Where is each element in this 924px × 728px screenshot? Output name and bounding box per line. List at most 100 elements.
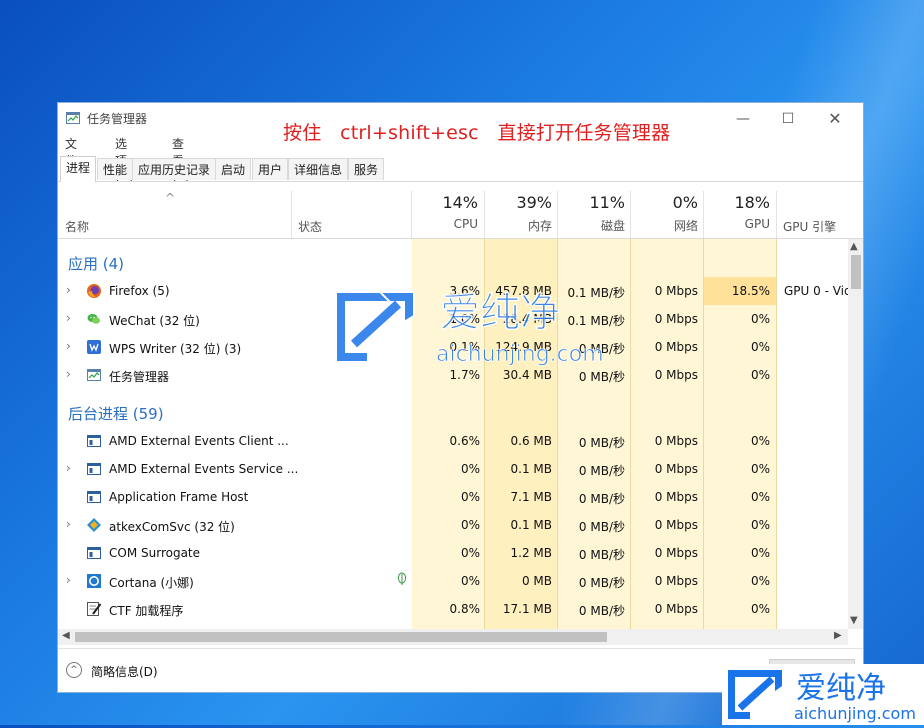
service-window-icon <box>87 547 101 559</box>
network-value: 0 Mbps <box>654 340 698 354</box>
minimize-button[interactable]: — <box>723 107 763 131</box>
tab-strip: 进程 性能 应用历史记录 启动 用户 详细信息 服务 <box>58 155 863 182</box>
gpu-value: 0% <box>750 368 770 382</box>
memory-value: 0 MB <box>521 574 552 588</box>
gpu-label: GPU <box>744 217 770 231</box>
column-header: ^ 名称 状态 14% CPU 39% 内存 11% 磁盘 0% 网络 18% … <box>58 181 863 239</box>
cpu-value: 0% <box>460 546 480 560</box>
column-status[interactable]: 状态 <box>298 218 322 235</box>
expand-chevron-icon[interactable]: › <box>66 283 71 297</box>
scroll-right-arrow-icon[interactable]: ▶ <box>834 630 842 641</box>
cpu-value: 0% <box>460 574 480 588</box>
column-cpu[interactable]: 14% CPU <box>412 193 478 231</box>
disk-value: 0 MB/秒 <box>578 436 625 450</box>
network-total-percent: 0% <box>672 193 698 212</box>
vertical-scroll-thumb[interactable] <box>851 255 861 289</box>
cortana-icon <box>87 574 101 588</box>
gpu-value: 0% <box>750 462 770 476</box>
service-window-icon <box>87 435 101 447</box>
column-divider[interactable] <box>776 191 777 238</box>
close-button[interactable]: ✕ <box>815 107 855 131</box>
cpu-total-percent: 14% <box>442 193 478 212</box>
table-row[interactable]: COM Surrogate 0% 1.2 MB 0 MB/秒 0 Mbps 0% <box>58 539 848 567</box>
group-header-background[interactable]: 后台进程 (59) <box>58 397 848 425</box>
column-network[interactable]: 0% 网络 <box>631 193 698 234</box>
process-name: Firefox (5) <box>109 284 170 298</box>
cpu-value: 0% <box>460 490 480 504</box>
maximize-button[interactable]: ☐ <box>768 107 808 131</box>
tab-app-history[interactable]: 应用历史记录 <box>132 158 217 180</box>
cpu-value: 0.8% <box>449 602 481 616</box>
process-name: WeChat (32 位) <box>109 314 200 328</box>
tab-services[interactable]: 服务 <box>348 158 385 180</box>
column-divider[interactable] <box>291 191 292 238</box>
scroll-up-arrow-icon[interactable]: ▲ <box>850 241 858 252</box>
disk-value: 0 MB/秒 <box>578 464 625 478</box>
process-name: atkexComSvc (32 位) <box>109 520 235 534</box>
cpu-label: CPU <box>453 217 478 231</box>
group-header-apps[interactable]: 应用 (4) <box>58 247 848 275</box>
table-row[interactable]: CTF 加载程序 0.8% 17.1 MB 0 MB/秒 0 Mbps 0% <box>58 595 848 623</box>
disk-value: 0 MB/秒 <box>578 370 625 384</box>
tab-startup[interactable]: 启动 <box>215 158 252 180</box>
gpu-value: 0% <box>750 434 770 448</box>
tab-processes[interactable]: 进程 <box>60 156 97 182</box>
horizontal-scroll-thumb[interactable] <box>75 632 607 642</box>
column-disk[interactable]: 11% 磁盘 <box>558 193 625 234</box>
tab-performance[interactable]: 性能 <box>97 158 134 180</box>
window-title: 任务管理器 <box>87 112 148 126</box>
watermark-logo-center: 爱纯净 aichunjing.com <box>335 289 604 367</box>
expand-chevron-icon[interactable]: › <box>66 311 71 325</box>
gpu-value: 0% <box>750 340 770 354</box>
vertical-scrollbar[interactable]: ▲ ▼ <box>848 239 863 629</box>
service-window-icon <box>87 463 101 475</box>
column-memory[interactable]: 39% 内存 <box>485 193 552 234</box>
task-manager-icon <box>87 369 101 381</box>
horizontal-scrollbar[interactable]: ◀ ▶ <box>58 629 848 645</box>
table-row[interactable]: › Cortana (小娜) 0% 0 MB 0 MB/秒 0 Mbps 0% <box>58 567 848 595</box>
ctf-pen-icon <box>87 602 102 616</box>
scroll-left-arrow-icon[interactable]: ◀ <box>62 630 70 641</box>
table-row[interactable]: › atkexComSvc (32 位) 0% 0.1 MB 0 MB/秒 0 … <box>58 511 848 539</box>
scroll-down-arrow-icon[interactable]: ▼ <box>850 615 858 626</box>
watermark-logo-corner: 爱纯净 aichunjing.com <box>722 664 924 725</box>
memory-value: 0.1 MB <box>510 462 552 476</box>
group-title-apps: 应用 (4) <box>68 255 125 273</box>
process-name: AMD External Events Client ... <box>109 434 289 448</box>
table-row[interactable]: › AMD External Events Service ... 0% 0.1… <box>58 455 848 483</box>
svg-text:aichunjing.com: aichunjing.com <box>794 704 916 723</box>
tab-details[interactable]: 详细信息 <box>288 158 349 180</box>
expand-chevron-icon[interactable]: › <box>66 517 71 531</box>
memory-value: 17.1 MB <box>502 602 552 616</box>
column-gpu[interactable]: 18% GPU <box>704 193 770 231</box>
table-row[interactable]: AMD External Events Client ... 0.6% 0.6 … <box>58 427 848 455</box>
network-value: 0 Mbps <box>654 434 698 448</box>
gpu-engine-value: GPU 0 - Vid <box>784 284 848 298</box>
task-manager-window: 任务管理器 按住 ctrl+shift+esc 直接打开任务管理器 — ☐ ✕ … <box>57 102 864 693</box>
expand-chevron-icon[interactable]: › <box>66 339 71 353</box>
column-name[interactable]: 名称 <box>65 218 89 235</box>
network-value: 0 Mbps <box>654 284 698 298</box>
gpu-value: 18.5% <box>731 284 770 298</box>
gpu-value: 0% <box>750 312 770 326</box>
watermark-corner-graphic: 爱纯净 aichunjing.com <box>728 670 916 723</box>
process-name: 任务管理器 <box>109 370 170 384</box>
network-value: 0 Mbps <box>654 602 698 616</box>
expand-chevron-icon[interactable]: › <box>66 367 71 381</box>
svg-text:爱纯净: 爱纯净 <box>440 290 560 336</box>
disk-total-percent: 11% <box>589 193 625 212</box>
table-row[interactable]: Application Frame Host 0% 7.1 MB 0 MB/秒 … <box>58 483 848 511</box>
collapse-up-icon[interactable]: ^ <box>66 662 82 678</box>
memory-total-percent: 39% <box>516 193 552 212</box>
disk-value: 0 MB/秒 <box>578 604 625 618</box>
process-name: CTF 加载程序 <box>109 604 184 618</box>
column-gpu-engine[interactable]: GPU 引擎 <box>783 218 836 235</box>
expand-chevron-icon[interactable]: › <box>66 573 71 587</box>
expand-chevron-icon[interactable]: › <box>66 461 71 475</box>
disk-value: 0 MB/秒 <box>578 492 625 506</box>
disk-label: 磁盘 <box>600 219 625 233</box>
firefox-icon <box>87 284 101 298</box>
tab-users[interactable]: 用户 <box>252 158 289 180</box>
fewer-details-link[interactable]: 简略信息(D) <box>91 663 158 680</box>
title-bar[interactable]: 任务管理器 按住 ctrl+shift+esc 直接打开任务管理器 — ☐ ✕ <box>58 103 863 144</box>
